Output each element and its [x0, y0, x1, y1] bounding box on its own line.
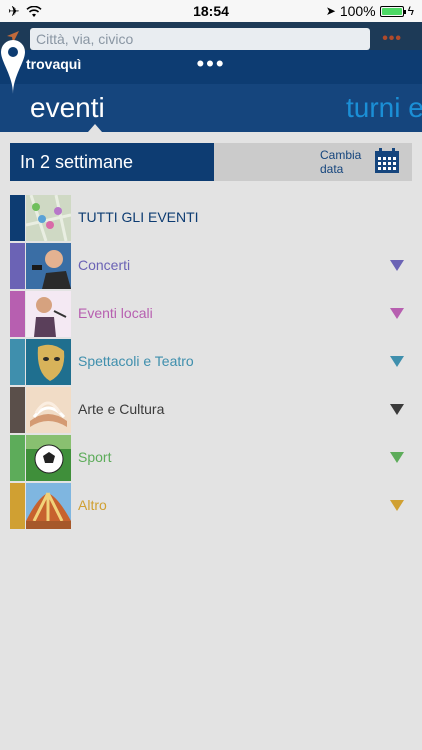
category-color-bar	[10, 435, 25, 481]
category-row-arte[interactable]: Arte e Cultura	[10, 386, 412, 434]
expand-arrow-icon[interactable]	[390, 452, 404, 463]
category-label: Altro	[78, 497, 107, 513]
soccer-ball-thumbnail	[26, 435, 71, 481]
book-thumbnail	[26, 387, 71, 433]
expand-arrow-icon[interactable]	[390, 260, 404, 271]
speaker-thumbnail	[26, 291, 71, 337]
battery-icon	[379, 5, 406, 17]
change-date-button[interactable]: Cambia data	[320, 148, 376, 176]
category-color-bar	[10, 339, 25, 385]
active-tab-indicator	[88, 124, 102, 132]
date-bar: In 2 settimane Cambia data	[10, 143, 412, 181]
category-color-bar	[10, 243, 25, 289]
status-right: ➤ 100% ϟ	[326, 3, 414, 19]
search-input[interactable]: Città, via, civico	[30, 28, 370, 50]
search-strip: Città, via, civico •••	[0, 22, 422, 50]
tab-turni[interactable]: turni e	[346, 92, 422, 124]
category-color-bar	[10, 291, 25, 337]
expand-arrow-icon[interactable]	[390, 308, 404, 319]
category-row-eventi-locali[interactable]: Eventi locali	[10, 290, 412, 338]
expand-arrow-icon[interactable]	[390, 404, 404, 415]
category-color-bar	[10, 387, 25, 433]
theatre-mask-thumbnail	[26, 339, 71, 385]
category-label: Eventi locali	[78, 305, 153, 321]
category-label: Spettacoli e Teatro	[78, 353, 194, 369]
category-row-spettacoli[interactable]: Spettacoli e Teatro	[10, 338, 412, 386]
category-label: Arte e Cultura	[78, 401, 165, 417]
more-menu-icon[interactable]: •••	[0, 53, 422, 75]
category-color-bar	[10, 195, 25, 241]
status-bar: ✈ 18:54 ➤ 100% ϟ	[0, 0, 422, 22]
expand-arrow-icon[interactable]	[390, 356, 404, 367]
category-color-bar	[10, 483, 25, 529]
category-row-altro[interactable]: Altro	[10, 482, 412, 530]
circus-tent-thumbnail	[26, 483, 71, 529]
singer-thumbnail	[26, 243, 71, 289]
category-row-tutti[interactable]: TUTTI GLI EVENTI	[10, 194, 412, 242]
category-row-sport[interactable]: Sport	[10, 434, 412, 482]
map-pins-thumbnail	[26, 195, 71, 241]
category-list: TUTTI GLI EVENTI Concerti Eventi locali	[10, 194, 412, 530]
expand-arrow-icon[interactable]	[390, 500, 404, 511]
tab-eventi[interactable]: eventi	[30, 92, 105, 124]
location-icon: ➤	[325, 4, 336, 18]
category-row-concerti[interactable]: Concerti	[10, 242, 412, 290]
category-label: Concerti	[78, 257, 131, 273]
search-more-icon[interactable]: •••	[382, 30, 402, 48]
charging-icon: ϟ	[407, 4, 414, 18]
category-label: Sport	[78, 449, 112, 465]
header: trovaquì ••• eventi turni e	[0, 40, 422, 132]
calendar-icon[interactable]	[374, 148, 400, 174]
category-label: TUTTI GLI EVENTI	[78, 209, 199, 225]
battery-percent: 100%	[339, 3, 376, 19]
date-range-label: In 2 settimane	[10, 143, 214, 181]
